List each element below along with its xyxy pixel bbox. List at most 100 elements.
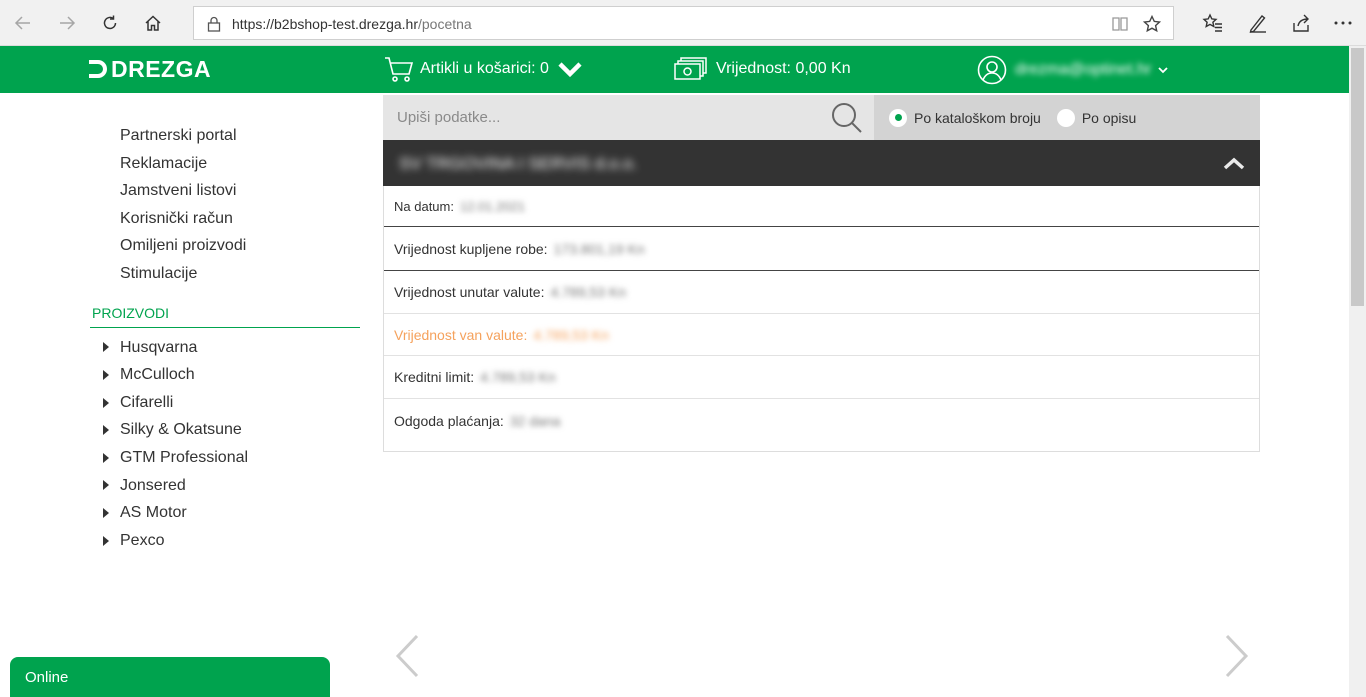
forward-button[interactable]: [52, 8, 82, 38]
category-item-gtm-professional[interactable]: GTM Professional: [90, 444, 360, 472]
search-icon[interactable]: [830, 101, 864, 135]
row-label: Kreditni limit:: [394, 369, 475, 385]
online-label: Online: [25, 669, 69, 686]
favorites-list-icon[interactable]: [1202, 12, 1224, 34]
user-menu[interactable]: drezma@optinet.hr: [977, 55, 1169, 85]
caret-right-icon: [103, 452, 109, 463]
radio-description[interactable]: Po opisu: [1056, 108, 1137, 127]
cart-value: Vrijednost: 0,00 Kn: [674, 56, 851, 82]
category-label: Cifarelli: [120, 393, 174, 411]
reading-view-icon[interactable]: [1110, 14, 1130, 34]
arrow-right-icon: [60, 16, 76, 30]
search-mode-options: Po kataloškom broju Po opisu: [874, 95, 1260, 140]
caret-right-icon: [103, 342, 109, 353]
row-credit-limit: Kreditni limit: 4.789,53 Kn: [384, 356, 1259, 399]
url-text: https://b2bshop-test.drezga.hr/pocetna: [232, 16, 472, 32]
sidebar-link-stimulacije[interactable]: Stimulacije: [90, 260, 360, 288]
address-bar[interactable]: https://b2bshop-test.drezga.hr/pocetna: [193, 6, 1174, 40]
shopping-cart-icon: [385, 57, 414, 82]
radio-catalog-number[interactable]: Po kataloškom broju: [889, 108, 1041, 127]
favorite-star-icon[interactable]: [1142, 14, 1162, 34]
caret-right-icon: [103, 369, 109, 380]
logo-mark-icon: [89, 60, 107, 78]
caret-right-icon: [103, 535, 109, 546]
row-payment-delay: Odgoda plaćanja: 32 dana: [384, 399, 1259, 442]
more-options-icon[interactable]: [1332, 12, 1354, 34]
row-label: Vrijednost kupljene robe:: [394, 240, 548, 257]
share-icon[interactable]: [1290, 12, 1312, 34]
category-label: GTM Professional: [120, 448, 249, 466]
category-label: McCulloch: [120, 366, 195, 384]
radio-label: Po opisu: [1081, 109, 1137, 126]
category-item-mcculloch[interactable]: McCulloch: [90, 361, 360, 389]
category-label: Pexco: [120, 531, 165, 549]
sidebar-link-partnerski-portal[interactable]: Partnerski portal: [90, 122, 360, 150]
caret-right-icon: [103, 507, 109, 518]
account-panel-body: Na datum: 12.01.2021 Vrijednost kupljene…: [383, 186, 1260, 452]
sidebar-link-korisnicki-racun[interactable]: Korisnički račun: [90, 205, 360, 233]
row-value: 173.801,19 Kn: [553, 240, 645, 257]
money-icon: [674, 57, 707, 80]
category-item-husqvarna[interactable]: Husqvarna: [90, 334, 360, 362]
category-item-silky-okatsune[interactable]: Silky & Okatsune: [90, 416, 360, 444]
browser-toolbar: https://b2bshop-test.drezga.hr/pocetna: [0, 0, 1366, 46]
sidebar-link-jamstveni-listovi[interactable]: Jamstveni listovi: [90, 177, 360, 205]
site-header: DREZGA Artikli u košarici: 0 Vrijednost:…: [0, 46, 1349, 93]
row-purchased-value: Vrijednost kupljene robe: 173.801,19 Kn: [384, 227, 1259, 271]
row-label: Vrijednost van valute:: [394, 326, 528, 343]
value-label: Vrijednost: 0,00 Kn: [716, 60, 851, 77]
home-button[interactable]: [138, 8, 168, 38]
row-within-due: Vrijednost unutar valute: 4.789,53 Kn: [384, 271, 1259, 314]
row-label: Na datum:: [394, 198, 454, 214]
carousel-next-icon[interactable]: [1221, 633, 1251, 679]
cart-summary[interactable]: Artikli u košarici: 0: [384, 54, 591, 84]
row-date: Na datum: 12.01.2021: [384, 186, 1259, 227]
back-button[interactable]: [8, 8, 38, 38]
drezga-logo[interactable]: DREZGA: [89, 56, 211, 82]
row-overdue: Vrijednost van valute: 4.789,53 Kn: [384, 314, 1259, 356]
arrow-left-icon: [14, 16, 30, 30]
category-label: Jonsered: [120, 476, 186, 494]
pen-notes-icon[interactable]: [1247, 12, 1269, 34]
carousel-prev-icon[interactable]: [393, 633, 423, 679]
category-item-cifarelli[interactable]: Cifarelli: [90, 389, 360, 417]
company-name: SV TRGOVINA I SERVIS d.o.o.: [399, 154, 638, 173]
caret-right-icon: [103, 397, 109, 408]
radio-checked-icon: [889, 108, 907, 127]
scrollbar-thumb[interactable]: [1351, 48, 1364, 306]
search-bar: [383, 95, 874, 140]
chevron-up-icon[interactable]: [1222, 152, 1246, 174]
sidebar: Partnerski portal Reklamacije Jamstveni …: [90, 122, 360, 554]
sidebar-link-omiljeni-proizvodi[interactable]: Omiljeni proizvodi: [90, 232, 360, 260]
chevron-down-icon: [1158, 67, 1168, 74]
radio-label: Po kataloškom broju: [914, 109, 1041, 126]
url-path: /pocetna: [418, 16, 472, 32]
page-scrollbar[interactable]: [1349, 46, 1366, 697]
row-value: 32 dana: [509, 412, 561, 429]
refresh-icon: [103, 15, 117, 30]
chevron-down-icon: [558, 62, 582, 78]
category-label: AS Motor: [120, 504, 187, 522]
sidebar-link-reklamacije[interactable]: Reklamacije: [90, 150, 360, 178]
url-host: https://b2bshop-test.drezga.hr: [232, 16, 418, 32]
logo-text: DREZGA: [111, 55, 212, 82]
radio-unchecked-icon: [1056, 108, 1075, 127]
user-email: drezma@optinet.hr: [1015, 61, 1152, 78]
category-label: Husqvarna: [120, 338, 198, 356]
category-item-pexco[interactable]: Pexco: [90, 527, 360, 555]
row-value: 4.789,53 Kn: [480, 369, 556, 385]
user-avatar-icon: [977, 55, 1007, 85]
caret-right-icon: [103, 480, 109, 491]
sidebar-links: Partnerski portal Reklamacije Jamstveni …: [90, 122, 360, 288]
online-chat-tab[interactable]: Online: [10, 657, 330, 697]
category-label: Silky & Okatsune: [120, 421, 242, 439]
lock-icon: [207, 16, 221, 32]
products-section-title: PROIZVODI: [90, 305, 360, 328]
search-input[interactable]: [383, 95, 823, 140]
category-item-jonsered[interactable]: Jonsered: [90, 472, 360, 500]
account-panel-header[interactable]: SV TRGOVINA I SERVIS d.o.o.: [383, 140, 1260, 186]
home-icon: [145, 15, 161, 31]
category-list: Husqvarna McCulloch Cifarelli Silky & Ok…: [90, 334, 360, 555]
refresh-button[interactable]: [95, 8, 125, 38]
category-item-as-motor[interactable]: AS Motor: [90, 499, 360, 527]
